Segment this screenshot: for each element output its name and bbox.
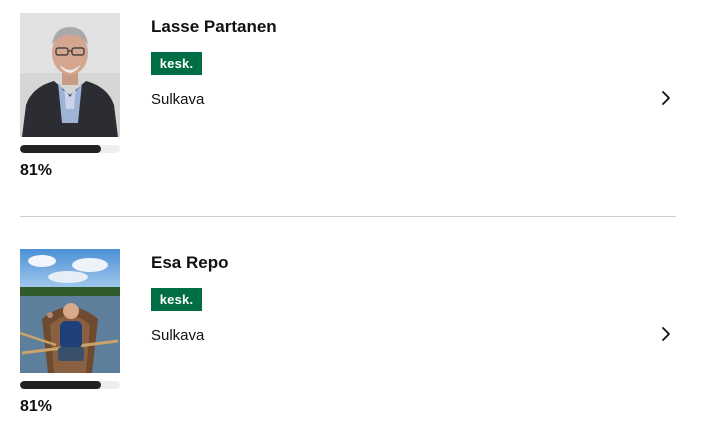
candidate-municipality: Sulkava [151,91,205,108]
candidate-municipality: Sulkava [151,327,205,344]
candidate-photo [20,249,120,373]
party-badge: kesk. [151,52,202,75]
chevron-right-icon[interactable] [658,88,674,108]
match-bar [20,145,120,153]
match-bar-fill [20,381,101,389]
match-percent: 81% [20,162,53,179]
match-percent: 81% [20,398,53,415]
party-badge: kesk. [151,288,202,311]
candidate-name[interactable]: Lasse Partanen [151,16,277,38]
match-bar-fill [20,145,101,153]
chevron-right-icon[interactable] [658,324,674,344]
match-bar [20,381,120,389]
candidate-card[interactable]: 81% Esa Repo kesk. Sulkava [20,249,676,429]
candidate-card[interactable]: 81% Lasse Partanen kesk. Sulkava [20,13,676,193]
divider [20,216,676,217]
candidate-photo [20,13,120,137]
candidate-name[interactable]: Esa Repo [151,252,228,274]
